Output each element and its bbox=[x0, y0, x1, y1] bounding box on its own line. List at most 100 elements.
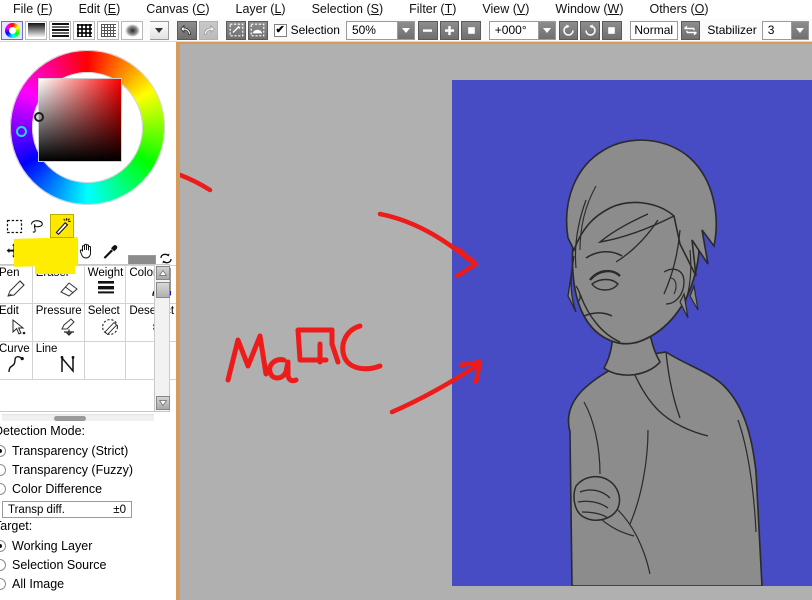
menu-item-label: Selection (S) bbox=[311, 2, 384, 16]
pressure-icon bbox=[60, 318, 80, 339]
menu-item-window[interactable]: Window (W) bbox=[542, 0, 636, 19]
target-option-working-layer[interactable]: Working Layer bbox=[0, 536, 172, 555]
tool-option-label: Pressure bbox=[35, 305, 82, 317]
swatch-grid-button[interactable] bbox=[97, 20, 119, 40]
detection-mode-option-transparency-strict[interactable]: Transparency (Strict) bbox=[0, 441, 172, 460]
triangle-down-icon bbox=[159, 400, 167, 406]
tool-option-empty[interactable] bbox=[83, 341, 127, 380]
menu-item-layer[interactable]: Layer (L) bbox=[223, 0, 299, 19]
hue-marker[interactable] bbox=[16, 126, 27, 137]
target-title: Target: bbox=[0, 519, 33, 533]
undo-button[interactable] bbox=[176, 20, 197, 40]
zoom-in-button[interactable] bbox=[439, 20, 460, 40]
chevron-down-icon[interactable] bbox=[396, 21, 414, 39]
eyedropper-tool[interactable] bbox=[98, 238, 122, 262]
target-option-all-image[interactable]: All Image bbox=[0, 574, 172, 593]
gradient-bars-2-button[interactable] bbox=[49, 20, 71, 40]
selection-checkbox[interactable]: ✔ Selection bbox=[273, 23, 340, 37]
color-wheel-button[interactable] bbox=[1, 20, 23, 40]
invert-selection-button[interactable] bbox=[247, 20, 268, 40]
radio-icon bbox=[0, 463, 6, 476]
tool-option-select[interactable]: Select bbox=[83, 303, 127, 342]
menu-item-view[interactable]: View (V) bbox=[469, 0, 542, 19]
blob-swatch-button[interactable] bbox=[121, 20, 143, 40]
transp-diff-value: ±0 bbox=[113, 503, 126, 516]
scroll-up-button[interactable] bbox=[156, 266, 170, 280]
color-wheel[interactable] bbox=[5, 45, 170, 210]
scrollbar-thumb[interactable] bbox=[156, 282, 170, 298]
target-section: Target: Working Layer Selection Source A… bbox=[0, 519, 172, 600]
tool-option-pen[interactable]: Pen bbox=[0, 265, 33, 304]
rotate-ccw-icon bbox=[562, 24, 574, 36]
scratchpad-button[interactable] bbox=[73, 20, 95, 40]
blend-mode-field[interactable]: Normal bbox=[629, 20, 678, 40]
tool-option-edit[interactable]: Edit bbox=[0, 303, 33, 342]
gradient-bars-button[interactable] bbox=[25, 20, 47, 40]
detection-mode-section: Detection Mode: Transparency (Strict) Tr… bbox=[0, 424, 172, 518]
canvas-area[interactable] bbox=[178, 42, 812, 600]
toolbar-dropdown-button[interactable] bbox=[149, 20, 170, 40]
application-window: File (F) Edit (E) Canvas (C) Layer (L) S… bbox=[0, 0, 812, 600]
radio-icon bbox=[0, 558, 6, 571]
menu-item-file[interactable]: File (F) bbox=[0, 0, 66, 19]
menu-item-canvas[interactable]: Canvas (C) bbox=[133, 0, 222, 19]
radio-icon bbox=[0, 539, 6, 552]
tool-option-weight[interactable]: Weight bbox=[83, 265, 127, 304]
magic-wand-icon bbox=[55, 218, 71, 235]
plus-icon bbox=[444, 25, 454, 35]
tool-options-hscrollbar[interactable] bbox=[2, 414, 154, 421]
undo-icon bbox=[180, 24, 191, 35]
hand-icon bbox=[79, 243, 91, 259]
flip-horizontal-icon bbox=[684, 25, 697, 35]
scroll-down-button[interactable] bbox=[156, 396, 170, 410]
menu-item-others[interactable]: Others (O) bbox=[636, 0, 721, 19]
grid-swatch-icon bbox=[76, 23, 92, 37]
zoom-out-button[interactable] bbox=[417, 20, 438, 40]
zoom-reset-button[interactable] bbox=[461, 20, 481, 40]
lasso-icon bbox=[30, 219, 43, 233]
check-icon: ✔ bbox=[273, 23, 287, 37]
eraser-icon bbox=[58, 278, 80, 301]
menu-item-selection[interactable]: Selection (S) bbox=[299, 0, 397, 19]
left-panel: Pen Eraser Weight bbox=[0, 42, 176, 600]
tool-option-label: Weight bbox=[87, 267, 124, 279]
menu-item-label: Layer (L) bbox=[235, 2, 286, 16]
tool-options-row: Pen Eraser Weight bbox=[0, 265, 176, 304]
rotate-reset-button[interactable] bbox=[602, 20, 622, 40]
tool-option-pressure[interactable]: Pressure bbox=[31, 303, 85, 342]
select-icon bbox=[101, 318, 121, 339]
chevron-down-icon[interactable] bbox=[537, 21, 555, 39]
detection-mode-option-color-difference[interactable]: Color Difference bbox=[0, 479, 172, 498]
artboard[interactable] bbox=[452, 80, 812, 586]
chevron-down-icon[interactable] bbox=[791, 21, 809, 39]
saturation-value-square[interactable] bbox=[38, 78, 122, 162]
rotate-combo[interactable]: +000° bbox=[488, 20, 556, 40]
rect-select-tool[interactable] bbox=[2, 214, 26, 238]
rotate-ccw-button[interactable] bbox=[558, 20, 579, 40]
detection-mode-option-transparency-fuzzy[interactable]: Transparency (Fuzzy) bbox=[0, 460, 172, 479]
minus-icon bbox=[423, 28, 433, 32]
saturation-value-marker[interactable] bbox=[34, 112, 44, 122]
weight-icon bbox=[97, 279, 115, 298]
tool-options-row: Edit Pressure Select Deselect bbox=[0, 303, 176, 342]
zoom-combo[interactable]: 50% bbox=[345, 20, 415, 40]
tool-option-line[interactable]: Line bbox=[31, 341, 85, 380]
magic-wand-tool[interactable] bbox=[50, 214, 74, 238]
menu-item-label: File (F) bbox=[13, 2, 53, 16]
clear-selection-button[interactable] bbox=[226, 20, 246, 40]
redo-button[interactable] bbox=[198, 20, 219, 40]
stabilizer-combo[interactable]: 3 bbox=[761, 20, 810, 40]
lasso-tool[interactable] bbox=[26, 214, 50, 238]
rotate-cw-button[interactable] bbox=[580, 20, 601, 40]
transp-diff-field[interactable]: Transp diff. ±0 bbox=[2, 501, 132, 518]
chevron-down-icon bbox=[155, 27, 164, 33]
menu-item-filter[interactable]: Filter (T) bbox=[396, 0, 469, 19]
flip-button[interactable] bbox=[680, 20, 701, 40]
tool-option-curve[interactable]: Curve bbox=[0, 341, 33, 380]
curve-icon bbox=[6, 354, 28, 377]
tool-options-scrollbar[interactable] bbox=[154, 264, 170, 412]
target-option-selection-source[interactable]: Selection Source bbox=[0, 555, 172, 574]
scrollbar-thumb[interactable] bbox=[54, 416, 86, 421]
blend-mode-value: Normal bbox=[634, 23, 674, 37]
menu-item-edit[interactable]: Edit (E) bbox=[66, 0, 134, 19]
